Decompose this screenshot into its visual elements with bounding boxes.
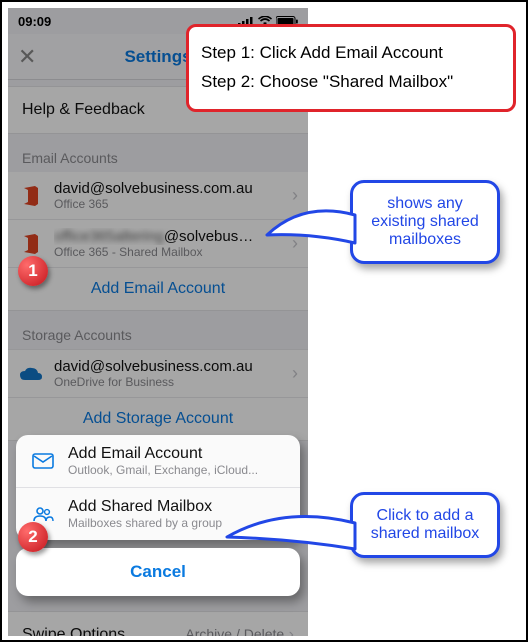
chevron-right-icon: › <box>292 363 298 384</box>
instruction-box: Step 1: Click Add Email Account Step 2: … <box>186 24 516 112</box>
close-icon[interactable]: ✕ <box>18 44 36 70</box>
instruction-line-2: Step 2: Choose "Shared Mailbox" <box>201 68 501 97</box>
group-icon <box>30 506 56 522</box>
sheet-row-sub: Outlook, Gmail, Exchange, iCloud... <box>68 463 258 477</box>
swipe-value: Archive / Delete › <box>185 626 294 636</box>
help-feedback-label: Help & Feedback <box>22 101 145 118</box>
swipe-options-row[interactable]: Swipe Options Archive / Delete › <box>8 611 308 636</box>
account-email: office365altering@solvebusin... <box>54 228 254 245</box>
onedrive-icon <box>18 361 44 387</box>
badge-1: 1 <box>18 256 48 286</box>
office365-icon <box>18 231 44 257</box>
sheet-row-title: Add Email Account <box>68 445 258 463</box>
clock: 09:09 <box>18 14 51 29</box>
office365-icon <box>18 183 44 209</box>
account-sub: Office 365 - Shared Mailbox <box>54 245 254 259</box>
account-sub: OneDrive for Business <box>54 375 253 389</box>
account-sub: Office 365 <box>54 197 253 211</box>
callout-tail <box>223 509 358 569</box>
storage-account-row[interactable]: david@solvebusiness.com.au OneDrive for … <box>8 349 308 398</box>
sheet-row-sub: Mailboxes shared by a group <box>68 516 222 530</box>
swipe-label: Swipe Options <box>22 626 125 636</box>
sheet-add-email-account[interactable]: Add Email Account Outlook, Gmail, Exchan… <box>16 435 300 488</box>
callout-click-add-shared: Click to add a shared mailbox <box>350 492 500 558</box>
nav-title: Settings <box>124 47 191 67</box>
email-accounts-header: Email Accounts <box>8 134 308 172</box>
callout-existing-shared: shows any existing shared mailboxes <box>350 180 500 264</box>
account-email: david@solvebusiness.com.au <box>54 358 253 375</box>
badge-2: 2 <box>18 522 48 552</box>
sheet-row-title: Add Shared Mailbox <box>68 498 222 516</box>
callout-tail <box>263 203 358 263</box>
instruction-line-1: Step 1: Click Add Email Account <box>201 39 501 68</box>
add-email-account-button[interactable]: Add Email Account <box>8 268 308 311</box>
account-email: david@solvebusiness.com.au <box>54 180 253 197</box>
envelope-icon <box>30 453 56 469</box>
storage-accounts-header: Storage Accounts <box>8 311 308 349</box>
